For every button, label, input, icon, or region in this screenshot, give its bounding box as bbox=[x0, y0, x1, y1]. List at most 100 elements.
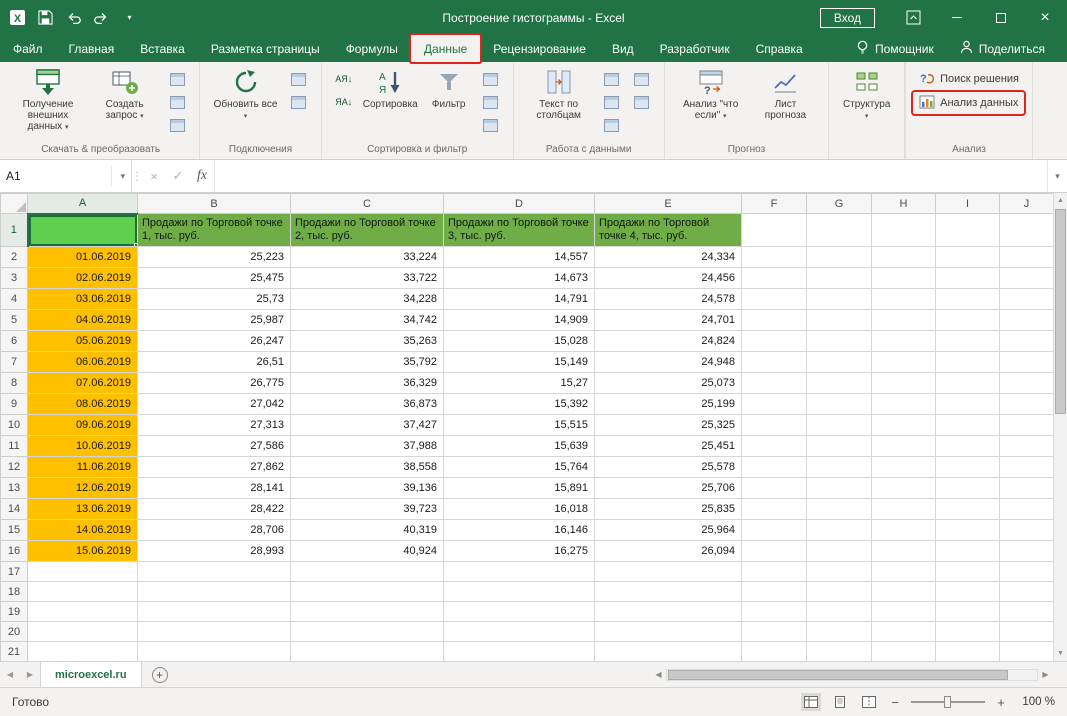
column-header-C[interactable]: C bbox=[291, 194, 444, 214]
cell-A17[interactable] bbox=[28, 562, 138, 582]
row-header-12[interactable]: 12 bbox=[1, 457, 28, 478]
cell-G17[interactable] bbox=[807, 562, 872, 582]
cell-E12[interactable]: 25,578 bbox=[595, 457, 742, 478]
cell-A14[interactable]: 13.06.2019 bbox=[28, 499, 138, 520]
cell-J15[interactable] bbox=[1000, 520, 1054, 541]
save-icon[interactable] bbox=[37, 9, 54, 26]
customize-qat-icon[interactable]: ▾ bbox=[121, 9, 138, 26]
cell-J6[interactable] bbox=[1000, 331, 1054, 352]
cell-A11[interactable]: 10.06.2019 bbox=[28, 436, 138, 457]
minimize-button[interactable] bbox=[935, 0, 979, 35]
horizontal-scroll-track[interactable] bbox=[666, 669, 1038, 681]
cell-D4[interactable]: 14,791 bbox=[444, 289, 595, 310]
cell-D3[interactable]: 14,673 bbox=[444, 268, 595, 289]
cell-A8[interactable]: 07.06.2019 bbox=[28, 373, 138, 394]
row-header-2[interactable]: 2 bbox=[1, 247, 28, 268]
cell-I19[interactable] bbox=[936, 602, 1000, 622]
clear-filter-icon[interactable] bbox=[478, 69, 504, 89]
cell-I12[interactable] bbox=[936, 457, 1000, 478]
cell-F13[interactable] bbox=[742, 478, 807, 499]
row-header-21[interactable]: 21 bbox=[1, 642, 28, 662]
row-header-10[interactable]: 10 bbox=[1, 415, 28, 436]
zoom-slider[interactable] bbox=[911, 701, 985, 703]
sort-ascending-button[interactable]: АЯ↓ bbox=[331, 69, 357, 89]
sort-button[interactable]: АЯ Сортировка bbox=[359, 64, 422, 112]
cell-I4[interactable] bbox=[936, 289, 1000, 310]
text-to-columns-button[interactable]: Текст по столбцам bbox=[521, 64, 597, 123]
cell-F9[interactable] bbox=[742, 394, 807, 415]
row-header-8[interactable]: 8 bbox=[1, 373, 28, 394]
scroll-down-icon[interactable]: ▼ bbox=[1054, 646, 1067, 661]
cell-C2[interactable]: 33,224 bbox=[291, 247, 444, 268]
cell-C12[interactable]: 38,558 bbox=[291, 457, 444, 478]
row-header-1[interactable]: 1 bbox=[1, 214, 28, 247]
cell-I11[interactable] bbox=[936, 436, 1000, 457]
cell-F4[interactable] bbox=[742, 289, 807, 310]
undo-icon[interactable] bbox=[65, 9, 82, 26]
cell-B15[interactable]: 28,706 bbox=[138, 520, 291, 541]
cell-J4[interactable] bbox=[1000, 289, 1054, 310]
column-header-B[interactable]: B bbox=[138, 194, 291, 214]
column-header-H[interactable]: H bbox=[872, 194, 936, 214]
cell-A2[interactable]: 01.06.2019 bbox=[28, 247, 138, 268]
row-header-11[interactable]: 11 bbox=[1, 436, 28, 457]
cell-B11[interactable]: 27,586 bbox=[138, 436, 291, 457]
cell-I17[interactable] bbox=[936, 562, 1000, 582]
column-header-D[interactable]: D bbox=[444, 194, 595, 214]
cell-G20[interactable] bbox=[807, 622, 872, 642]
cell-B10[interactable]: 27,313 bbox=[138, 415, 291, 436]
horizontal-scrollbar[interactable]: ◀ ▶ bbox=[651, 662, 1053, 687]
cell-F16[interactable] bbox=[742, 541, 807, 562]
cell-H13[interactable] bbox=[872, 478, 936, 499]
cell-C8[interactable]: 36,329 bbox=[291, 373, 444, 394]
cell-F21[interactable] bbox=[742, 642, 807, 662]
cell-J20[interactable] bbox=[1000, 622, 1054, 642]
cell-C7[interactable]: 35,792 bbox=[291, 352, 444, 373]
cell-E9[interactable]: 25,199 bbox=[595, 394, 742, 415]
column-header-G[interactable]: G bbox=[807, 194, 872, 214]
cell-I2[interactable] bbox=[936, 247, 1000, 268]
remove-duplicates-icon[interactable] bbox=[599, 92, 625, 112]
cell-A10[interactable]: 09.06.2019 bbox=[28, 415, 138, 436]
cell-A1-selected[interactable] bbox=[28, 214, 138, 247]
cell-B3[interactable]: 25,475 bbox=[138, 268, 291, 289]
cell-J1[interactable] bbox=[1000, 214, 1054, 247]
refresh-all-button[interactable]: Обновить все ▾ bbox=[207, 64, 283, 124]
cell-H3[interactable] bbox=[872, 268, 936, 289]
cell-B13[interactable]: 28,141 bbox=[138, 478, 291, 499]
vertical-scroll-thumb[interactable] bbox=[1055, 209, 1066, 414]
cell-E15[interactable]: 25,964 bbox=[595, 520, 742, 541]
cell-I15[interactable] bbox=[936, 520, 1000, 541]
cell-E14[interactable]: 25,835 bbox=[595, 499, 742, 520]
cell-J13[interactable] bbox=[1000, 478, 1054, 499]
cell-D21[interactable] bbox=[444, 642, 595, 662]
cell-H15[interactable] bbox=[872, 520, 936, 541]
cell-B18[interactable] bbox=[138, 582, 291, 602]
cell-B14[interactable]: 28,422 bbox=[138, 499, 291, 520]
tab-Рецензирование[interactable]: Рецензирование bbox=[480, 35, 599, 62]
cell-J11[interactable] bbox=[1000, 436, 1054, 457]
sheet-tab-microexcel[interactable]: microexcel.ru bbox=[40, 662, 142, 687]
select-all-button[interactable] bbox=[1, 194, 28, 214]
cell-C11[interactable]: 37,988 bbox=[291, 436, 444, 457]
cell-B8[interactable]: 26,775 bbox=[138, 373, 291, 394]
cell-F7[interactable] bbox=[742, 352, 807, 373]
cell-E10[interactable]: 25,325 bbox=[595, 415, 742, 436]
from-table-icon[interactable] bbox=[164, 92, 190, 112]
cell-C15[interactable]: 40,319 bbox=[291, 520, 444, 541]
cell-C9[interactable]: 36,873 bbox=[291, 394, 444, 415]
cell-E4[interactable]: 24,578 bbox=[595, 289, 742, 310]
cell-B20[interactable] bbox=[138, 622, 291, 642]
row-header-3[interactable]: 3 bbox=[1, 268, 28, 289]
horizontal-scroll-thumb[interactable] bbox=[668, 670, 1008, 680]
cell-C13[interactable]: 39,136 bbox=[291, 478, 444, 499]
data-validation-icon[interactable] bbox=[599, 115, 625, 135]
outline-button[interactable]: Структура ▾ bbox=[836, 64, 897, 124]
cell-J2[interactable] bbox=[1000, 247, 1054, 268]
tab-Вставка[interactable]: Вставка bbox=[127, 35, 198, 62]
cell-C3[interactable]: 33,722 bbox=[291, 268, 444, 289]
zoom-out-button[interactable]: − bbox=[888, 695, 902, 710]
what-if-analysis-button[interactable]: ? Анализ "что если" ▾ bbox=[672, 64, 750, 124]
cell-F15[interactable] bbox=[742, 520, 807, 541]
cell-F10[interactable] bbox=[742, 415, 807, 436]
